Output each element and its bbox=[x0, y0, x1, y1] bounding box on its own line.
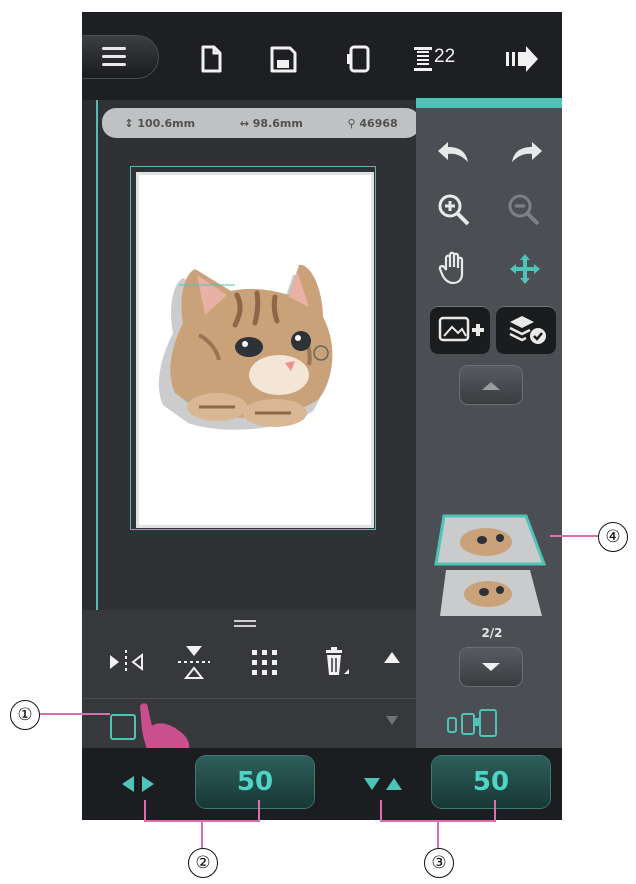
menu-icon bbox=[102, 47, 126, 50]
undo-icon[interactable] bbox=[434, 136, 478, 174]
tools-down-arrow-icon[interactable] bbox=[386, 716, 398, 725]
layers-check-icon bbox=[509, 316, 546, 344]
height-icon: ↕ bbox=[124, 116, 134, 130]
redo-icon[interactable] bbox=[506, 136, 550, 174]
hoop-icon[interactable] bbox=[344, 44, 384, 74]
callout-4-line bbox=[550, 535, 598, 537]
scroll-down-button[interactable] bbox=[460, 648, 522, 686]
callout-3: ③ bbox=[424, 848, 454, 878]
mirror-vertical-icon[interactable] bbox=[174, 644, 214, 680]
hoop-size-icons[interactable] bbox=[438, 706, 538, 740]
tools-up-arrow-icon[interactable] bbox=[384, 652, 400, 663]
save-icon[interactable] bbox=[268, 44, 308, 74]
width-icon: ↔ bbox=[239, 116, 249, 130]
move-icon[interactable] bbox=[508, 252, 552, 290]
add-image-icon bbox=[438, 316, 484, 342]
page-indicator: 2/2 bbox=[481, 626, 503, 640]
menu-button[interactable] bbox=[82, 36, 158, 78]
horizontal-position-value[interactable]: 50 bbox=[196, 756, 314, 808]
zoom-out-icon[interactable] bbox=[506, 192, 550, 230]
thread-count: 22 bbox=[434, 46, 456, 67]
callout-4: ④ bbox=[598, 522, 628, 552]
layer-thumbnail-2[interactable] bbox=[434, 512, 550, 568]
horizontal-arrows-icon bbox=[122, 776, 154, 792]
editing-canvas[interactable]: ↕ 100.6mm ↔ 98.6mm ⚲ 46968 bbox=[96, 100, 430, 645]
vertical-position-value[interactable]: 50 bbox=[432, 756, 550, 808]
select-layers-button[interactable] bbox=[496, 306, 556, 354]
cat-embroidery-design[interactable] bbox=[139, 175, 371, 525]
pan-hand-icon[interactable] bbox=[438, 250, 482, 288]
mirror-horizontal-icon[interactable] bbox=[106, 644, 146, 680]
layer-thumbnail-1[interactable] bbox=[438, 568, 546, 620]
design-width: 98.6mm bbox=[252, 116, 303, 130]
callout-2: ② bbox=[188, 848, 218, 878]
next-arrow-icon[interactable] bbox=[502, 44, 542, 74]
chevron-up-icon bbox=[482, 382, 500, 390]
new-file-icon[interactable] bbox=[196, 44, 236, 74]
zoom-in-icon[interactable] bbox=[436, 192, 480, 230]
chevron-down-icon bbox=[482, 663, 500, 671]
scroll-up-button[interactable] bbox=[460, 366, 522, 404]
delete-icon[interactable] bbox=[318, 644, 358, 680]
callout-1: ① bbox=[10, 700, 40, 730]
stitch-icon: ⚲ bbox=[347, 116, 356, 130]
embroidery-app-screen: 22 ↕ 100.6mm ↔ 98.6mm ⚲ 46968 2/2 50 50 bbox=[82, 12, 562, 820]
callout-1-line bbox=[40, 713, 110, 715]
hoop-area bbox=[136, 172, 374, 528]
divider bbox=[82, 698, 416, 699]
top-toolbar: 22 bbox=[82, 12, 562, 100]
array-grid-icon[interactable] bbox=[244, 644, 284, 680]
vertical-arrows-icon bbox=[364, 778, 402, 790]
position-bar: 50 50 bbox=[82, 748, 562, 820]
edit-tools-panel bbox=[82, 610, 416, 758]
add-image-button[interactable] bbox=[430, 306, 490, 354]
stitch-count: 46968 bbox=[359, 116, 398, 130]
drag-handle[interactable] bbox=[234, 620, 256, 622]
measurement-bar: ↕ 100.6mm ↔ 98.6mm ⚲ 46968 bbox=[102, 108, 420, 138]
design-height: 100.6mm bbox=[137, 116, 196, 130]
